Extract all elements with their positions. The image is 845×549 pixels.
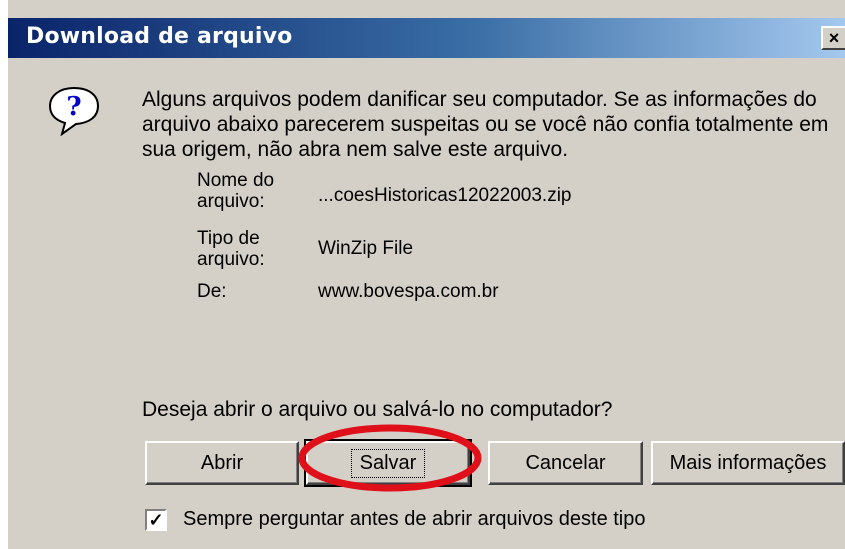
file-source-value: www.bovespa.com.br [318,281,499,302]
more-info-button[interactable]: Mais informações [651,441,845,485]
save-button-label: Salvar [350,448,426,478]
warning-text: Alguns arquivos podem danificar seu comp… [142,88,829,161]
open-button[interactable]: Abrir [145,441,299,485]
always-ask-checkbox[interactable]: ✓ [145,509,167,531]
cancel-button-label: Cancelar [525,451,606,474]
cancel-button[interactable]: Cancelar [488,441,643,485]
question-icon: ? [48,86,100,136]
question-text: Deseja abrir o arquivo ou salvá-lo no co… [142,398,613,421]
close-icon: × [828,28,840,48]
save-button[interactable]: Salvar [304,439,472,487]
open-button-label: Abrir [200,451,244,474]
download-dialog: Download de arquivo × ? Alguns arquivos … [0,0,845,549]
file-source-label: De: [197,281,227,302]
file-name-label: Nome do arquivo: [197,170,275,212]
dialog-title: Download de arquivo [26,24,293,49]
title-bar[interactable]: Download de arquivo × [8,18,845,58]
file-type-value: WinZip File [318,238,414,259]
checkmark-icon: ✓ [148,510,164,530]
close-button[interactable]: × [821,26,845,50]
file-name-value: ...coesHistoricas12022003.zip [318,185,572,206]
file-type-label: Tipo de arquivo: [197,228,265,270]
more-info-button-label: Mais informações [669,451,827,474]
always-ask-label[interactable]: Sempre perguntar antes de abrir arquivos… [183,508,646,531]
svg-text:?: ? [66,92,81,122]
